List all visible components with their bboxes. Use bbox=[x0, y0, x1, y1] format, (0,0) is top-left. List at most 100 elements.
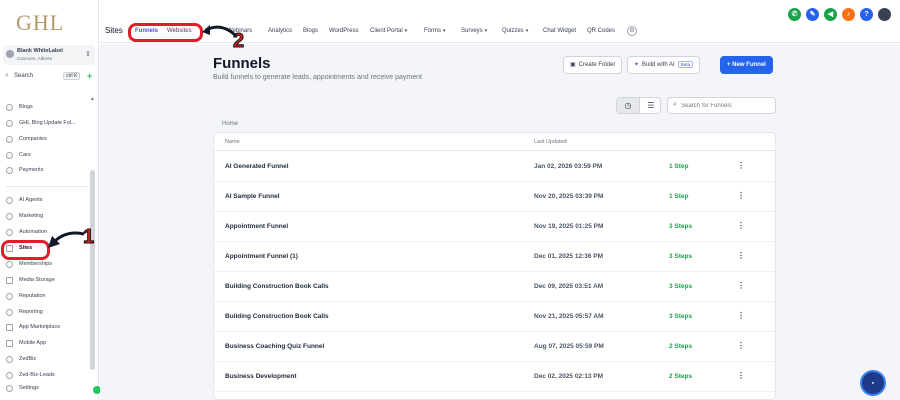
tab-wordpress[interactable]: WordPress bbox=[329, 28, 359, 34]
chevron-updown-icon: ⇕ bbox=[85, 51, 91, 58]
mobile-icon bbox=[6, 340, 13, 347]
help-icon[interactable]: ? bbox=[860, 8, 873, 21]
quick-add-icon[interactable]: + bbox=[87, 71, 92, 81]
account-switcher[interactable]: Blank WhiteLabel Canmore, Alberta ⇕ bbox=[3, 45, 95, 65]
create-folder-button[interactable]: ▣ Create Folder bbox=[563, 56, 623, 74]
more-options-icon[interactable]: ⋮ bbox=[737, 311, 745, 320]
sidebar-item-payments[interactable]: Payments bbox=[6, 166, 88, 176]
funnel-name[interactable]: Appointment Funnel (1) bbox=[225, 253, 298, 260]
sidebar-item-blogs[interactable]: Blogs bbox=[6, 103, 88, 113]
sidebar-scrollbar[interactable] bbox=[90, 170, 95, 370]
pin-icon[interactable]: ✎ bbox=[806, 8, 819, 21]
funnel-last-updated: Jan 02, 2026 03:59 PM bbox=[534, 163, 603, 170]
sidebar-item-label: Zed-Biz-Leads bbox=[19, 372, 55, 378]
funnels-table: Name Last Updated AI Generated Funnel Jan… bbox=[213, 132, 776, 400]
tab-label: Quizzes bbox=[502, 28, 524, 34]
more-options-icon[interactable]: ⋮ bbox=[737, 281, 745, 290]
sidebar-item-label: Marketing bbox=[19, 213, 44, 219]
funnel-name[interactable]: Building Construction Book Calls bbox=[225, 313, 329, 320]
sidebar-item-reputation[interactable]: Reputation bbox=[6, 292, 88, 302]
table-row[interactable]: Appointment Funnel (1) Dec 01, 2025 12:36… bbox=[214, 242, 775, 272]
funnel-last-updated: Dec 01, 2025 12:36 PM bbox=[534, 253, 604, 260]
view-toggle: ◷ ☰ bbox=[616, 97, 661, 114]
funnel-last-updated: Dec 02, 2025 02:13 PM bbox=[534, 373, 604, 380]
ghl-logo[interactable]: GHL bbox=[16, 10, 64, 36]
sidebar-item-cars[interactable]: Cars bbox=[6, 151, 88, 161]
funnel-name[interactable]: Appointment Funnel bbox=[225, 223, 288, 230]
funnel-name[interactable]: Building Construction Book Calls bbox=[225, 283, 329, 290]
more-options-icon[interactable]: ⋮ bbox=[737, 341, 745, 350]
sidebar-item-mobile-app[interactable]: Mobile App bbox=[6, 339, 88, 349]
chat-widget-bubble[interactable]: ● bbox=[860, 370, 886, 396]
account-avatar bbox=[6, 50, 14, 58]
list-icon[interactable]: ☰ bbox=[640, 101, 662, 110]
build-with-ai-button[interactable]: ✦ Build with AI Beta bbox=[627, 56, 700, 74]
table-row[interactable]: Building Construction Book Calls Dec 09, … bbox=[214, 272, 775, 302]
tab-surveys[interactable]: Surveys ▾ bbox=[461, 28, 487, 34]
sidebar-item-app-marketplace[interactable]: App Marketplace bbox=[6, 323, 88, 333]
tab-blogs[interactable]: Blogs bbox=[303, 28, 318, 34]
sidebar-item-reporting[interactable]: Reporting bbox=[6, 308, 88, 318]
more-options-icon[interactable]: ⋮ bbox=[737, 191, 745, 200]
tab-client-portal[interactable]: Client Portal ▾ bbox=[370, 28, 407, 34]
scroll-up-icon[interactable]: ▲ bbox=[90, 96, 95, 102]
sidebar-item-companies[interactable]: Companies bbox=[6, 135, 88, 145]
tab-label: Client Portal bbox=[370, 28, 403, 34]
table-row[interactable]: Business Development Dec 02, 2025 02:13 P… bbox=[214, 362, 775, 392]
sidebar: GHL Blank WhiteLabel Canmore, Alberta ⇕ … bbox=[0, 0, 99, 400]
clock-icon[interactable]: ◷ bbox=[617, 98, 639, 113]
more-options-icon[interactable]: ⋮ bbox=[737, 251, 745, 260]
breadcrumb[interactable]: Home bbox=[222, 121, 238, 127]
search-icon: ⌕ bbox=[5, 72, 9, 79]
tab-analytics[interactable]: Analytics bbox=[268, 28, 292, 34]
funnel-steps: 2 Steps bbox=[669, 373, 693, 380]
table-row[interactable]: AI Generated Funnel Jan 02, 2026 03:59 PM… bbox=[214, 152, 775, 182]
account-name: Blank WhiteLabel bbox=[17, 48, 63, 54]
tab-chat-widget[interactable]: Chat Widget bbox=[543, 28, 576, 34]
more-options-icon[interactable]: ⋮ bbox=[737, 221, 745, 230]
star-icon bbox=[6, 293, 13, 300]
table-row[interactable]: AI Sample Funnel Nov 20, 2025 03:39 PM 1 S… bbox=[214, 182, 775, 212]
page-title: Funnels bbox=[213, 55, 271, 72]
new-funnel-button[interactable]: + New Funnel bbox=[720, 56, 773, 74]
more-options-icon[interactable]: ⋮ bbox=[737, 161, 745, 170]
funnel-last-updated: Nov 19, 2025 01:25 PM bbox=[534, 223, 604, 230]
sidebar-item-marketing[interactable]: Marketing bbox=[6, 212, 88, 222]
gear-icon[interactable]: ⚙ bbox=[627, 26, 637, 36]
sidebar-item-label: Cars bbox=[19, 152, 31, 158]
bell-icon[interactable]: ♪ bbox=[842, 8, 855, 21]
funnel-name[interactable]: Business Development bbox=[225, 373, 297, 380]
table-header: Name Last Updated bbox=[214, 133, 775, 151]
phone-icon[interactable]: ✆ bbox=[788, 8, 801, 21]
column-updated-header[interactable]: Last Updated bbox=[534, 139, 567, 145]
column-name-header[interactable]: Name bbox=[225, 139, 240, 145]
tab-forms[interactable]: Forms ▾ bbox=[424, 28, 446, 34]
tab-qr-codes[interactable]: QR Codes bbox=[587, 28, 615, 34]
avatar[interactable] bbox=[878, 8, 891, 21]
funnel-search-input[interactable] bbox=[681, 101, 773, 111]
sidebar-item-zed-biz-leads[interactable]: Zed-Biz-Leads bbox=[6, 371, 88, 381]
megaphone-icon[interactable]: ◀ bbox=[824, 8, 837, 21]
memberships-icon bbox=[6, 261, 13, 268]
more-options-icon[interactable]: ⋮ bbox=[737, 371, 745, 380]
media-icon bbox=[6, 277, 13, 284]
funnel-name[interactable]: AI Sample Funnel bbox=[225, 193, 280, 200]
sidebar-item-settings[interactable]: Settings bbox=[6, 384, 88, 394]
sidebar-item-ai-agents[interactable]: AI Agents bbox=[6, 196, 88, 206]
table-row[interactable]: Building Construction Book Calls Nov 21, … bbox=[214, 302, 775, 332]
table-row[interactable]: Business Coaching Quiz Funnel Aug 07, 202… bbox=[214, 332, 775, 362]
sidebar-item-media-storage[interactable]: Media Storage bbox=[6, 276, 88, 286]
tab-quizzes[interactable]: Quizzes ▾ bbox=[502, 28, 528, 34]
sidebar-item-label: AI Agents bbox=[19, 197, 43, 203]
funnel-steps: 3 Steps bbox=[669, 253, 693, 260]
funnel-name[interactable]: Business Coaching Quiz Funnel bbox=[225, 343, 324, 350]
sidebar-search[interactable]: ⌕ Search ctrl K bbox=[3, 71, 81, 83]
sidebar-item-zedbiz[interactable]: ZedBiz bbox=[6, 355, 88, 365]
button-label: Create Folder bbox=[578, 62, 616, 68]
sidebar-item-label: Blogs bbox=[19, 104, 33, 110]
table-row[interactable]: Appointment Funnel Nov 19, 2025 01:25 PM 3… bbox=[214, 212, 775, 242]
sparkle-icon bbox=[6, 197, 13, 204]
sidebar-item-memberships[interactable]: Memberships bbox=[6, 260, 88, 270]
funnel-name[interactable]: AI Generated Funnel bbox=[225, 163, 289, 170]
sidebar-item-ghl-blog-update[interactable]: GHL Blog Update Fol... bbox=[6, 119, 88, 129]
